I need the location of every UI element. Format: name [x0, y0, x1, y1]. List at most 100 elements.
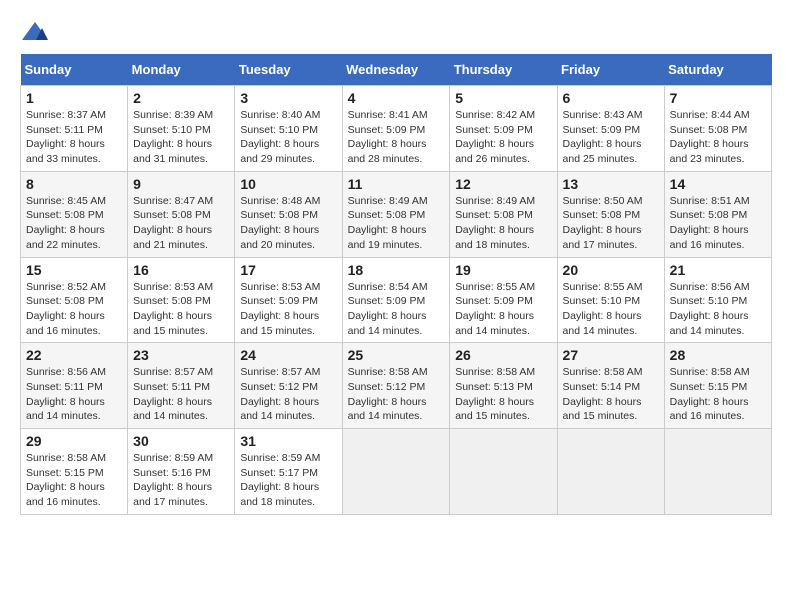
- day-number: 27: [563, 347, 659, 363]
- sunset-label: Sunset: 5:15 PM: [26, 467, 104, 479]
- day-number: 20: [563, 262, 659, 278]
- daylight-label: Daylight: 8 hours and 15 minutes.: [455, 396, 534, 423]
- sunset-label: Sunset: 5:11 PM: [26, 381, 103, 393]
- sunset-label: Sunset: 5:08 PM: [133, 295, 211, 307]
- daylight-label: Daylight: 8 hours and 17 minutes.: [563, 224, 642, 251]
- weekday-header-row: SundayMondayTuesdayWednesdayThursdayFrid…: [21, 54, 772, 86]
- day-info: Sunrise: 8:40 AM Sunset: 5:10 PM Dayligh…: [240, 108, 336, 167]
- daylight-label: Daylight: 8 hours and 33 minutes.: [26, 138, 105, 165]
- calendar-cell: [557, 429, 664, 515]
- daylight-label: Daylight: 8 hours and 26 minutes.: [455, 138, 534, 165]
- sunrise-label: Sunrise: 8:59 AM: [133, 452, 213, 464]
- calendar-cell: 22 Sunrise: 8:56 AM Sunset: 5:11 PM Dayl…: [21, 343, 128, 429]
- sunset-label: Sunset: 5:17 PM: [240, 467, 318, 479]
- day-info: Sunrise: 8:56 AM Sunset: 5:11 PM Dayligh…: [26, 365, 122, 424]
- weekday-header-friday: Friday: [557, 54, 664, 86]
- weekday-header-thursday: Thursday: [450, 54, 557, 86]
- daylight-label: Daylight: 8 hours and 14 minutes.: [670, 310, 749, 337]
- day-info: Sunrise: 8:54 AM Sunset: 5:09 PM Dayligh…: [348, 280, 445, 339]
- calendar-cell: 31 Sunrise: 8:59 AM Sunset: 5:17 PM Dayl…: [235, 429, 342, 515]
- sunrise-label: Sunrise: 8:43 AM: [563, 109, 643, 121]
- sunset-label: Sunset: 5:15 PM: [670, 381, 748, 393]
- day-number: 5: [455, 90, 551, 106]
- weekday-header-tuesday: Tuesday: [235, 54, 342, 86]
- sunrise-label: Sunrise: 8:57 AM: [133, 366, 213, 378]
- day-number: 26: [455, 347, 551, 363]
- day-number: 8: [26, 176, 122, 192]
- sunrise-label: Sunrise: 8:49 AM: [455, 195, 535, 207]
- day-info: Sunrise: 8:58 AM Sunset: 5:14 PM Dayligh…: [563, 365, 659, 424]
- sunrise-label: Sunrise: 8:37 AM: [26, 109, 106, 121]
- calendar-cell: 29 Sunrise: 8:58 AM Sunset: 5:15 PM Dayl…: [21, 429, 128, 515]
- day-number: 31: [240, 433, 336, 449]
- sunset-label: Sunset: 5:10 PM: [563, 295, 641, 307]
- day-info: Sunrise: 8:59 AM Sunset: 5:17 PM Dayligh…: [240, 451, 336, 510]
- day-number: 23: [133, 347, 229, 363]
- day-number: 17: [240, 262, 336, 278]
- calendar-week-4: 22 Sunrise: 8:56 AM Sunset: 5:11 PM Dayl…: [21, 343, 772, 429]
- sunrise-label: Sunrise: 8:47 AM: [133, 195, 213, 207]
- sunset-label: Sunset: 5:09 PM: [348, 295, 426, 307]
- logo-icon: [20, 20, 50, 44]
- daylight-label: Daylight: 8 hours and 15 minutes.: [563, 396, 642, 423]
- sunrise-label: Sunrise: 8:55 AM: [455, 281, 535, 293]
- calendar-cell: 8 Sunrise: 8:45 AM Sunset: 5:08 PM Dayli…: [21, 171, 128, 257]
- sunset-label: Sunset: 5:09 PM: [455, 124, 533, 136]
- sunrise-label: Sunrise: 8:49 AM: [348, 195, 428, 207]
- calendar-cell: 17 Sunrise: 8:53 AM Sunset: 5:09 PM Dayl…: [235, 257, 342, 343]
- sunrise-label: Sunrise: 8:53 AM: [240, 281, 320, 293]
- daylight-label: Daylight: 8 hours and 15 minutes.: [133, 310, 212, 337]
- day-number: 30: [133, 433, 229, 449]
- day-info: Sunrise: 8:44 AM Sunset: 5:08 PM Dayligh…: [670, 108, 766, 167]
- day-number: 15: [26, 262, 122, 278]
- sunset-label: Sunset: 5:10 PM: [240, 124, 318, 136]
- daylight-label: Daylight: 8 hours and 16 minutes.: [670, 224, 749, 251]
- sunrise-label: Sunrise: 8:57 AM: [240, 366, 320, 378]
- sunrise-label: Sunrise: 8:50 AM: [563, 195, 643, 207]
- calendar-cell: 26 Sunrise: 8:58 AM Sunset: 5:13 PM Dayl…: [450, 343, 557, 429]
- sunset-label: Sunset: 5:09 PM: [348, 124, 426, 136]
- sunrise-label: Sunrise: 8:42 AM: [455, 109, 535, 121]
- day-info: Sunrise: 8:51 AM Sunset: 5:08 PM Dayligh…: [670, 194, 766, 253]
- day-info: Sunrise: 8:56 AM Sunset: 5:10 PM Dayligh…: [670, 280, 766, 339]
- sunrise-label: Sunrise: 8:53 AM: [133, 281, 213, 293]
- sunset-label: Sunset: 5:12 PM: [240, 381, 318, 393]
- sunrise-label: Sunrise: 8:51 AM: [670, 195, 750, 207]
- sunrise-label: Sunrise: 8:48 AM: [240, 195, 320, 207]
- day-number: 4: [348, 90, 445, 106]
- calendar-week-2: 8 Sunrise: 8:45 AM Sunset: 5:08 PM Dayli…: [21, 171, 772, 257]
- day-info: Sunrise: 8:58 AM Sunset: 5:13 PM Dayligh…: [455, 365, 551, 424]
- sunset-label: Sunset: 5:08 PM: [455, 209, 533, 221]
- day-info: Sunrise: 8:48 AM Sunset: 5:08 PM Dayligh…: [240, 194, 336, 253]
- day-info: Sunrise: 8:45 AM Sunset: 5:08 PM Dayligh…: [26, 194, 122, 253]
- sunset-label: Sunset: 5:13 PM: [455, 381, 533, 393]
- day-info: Sunrise: 8:49 AM Sunset: 5:08 PM Dayligh…: [455, 194, 551, 253]
- sunset-label: Sunset: 5:08 PM: [563, 209, 641, 221]
- calendar-cell: [342, 429, 450, 515]
- daylight-label: Daylight: 8 hours and 23 minutes.: [670, 138, 749, 165]
- daylight-label: Daylight: 8 hours and 14 minutes.: [26, 396, 105, 423]
- sunrise-label: Sunrise: 8:56 AM: [670, 281, 750, 293]
- daylight-label: Daylight: 8 hours and 16 minutes.: [670, 396, 749, 423]
- sunrise-label: Sunrise: 8:41 AM: [348, 109, 428, 121]
- calendar-cell: [450, 429, 557, 515]
- day-number: 19: [455, 262, 551, 278]
- day-info: Sunrise: 8:37 AM Sunset: 5:11 PM Dayligh…: [26, 108, 122, 167]
- sunrise-label: Sunrise: 8:54 AM: [348, 281, 428, 293]
- day-info: Sunrise: 8:42 AM Sunset: 5:09 PM Dayligh…: [455, 108, 551, 167]
- sunset-label: Sunset: 5:12 PM: [348, 381, 426, 393]
- calendar-cell: 30 Sunrise: 8:59 AM Sunset: 5:16 PM Dayl…: [128, 429, 235, 515]
- day-number: 13: [563, 176, 659, 192]
- sunset-label: Sunset: 5:08 PM: [348, 209, 426, 221]
- day-number: 11: [348, 176, 445, 192]
- logo: [20, 20, 54, 44]
- calendar-cell: 4 Sunrise: 8:41 AM Sunset: 5:09 PM Dayli…: [342, 86, 450, 172]
- calendar-cell: 27 Sunrise: 8:58 AM Sunset: 5:14 PM Dayl…: [557, 343, 664, 429]
- sunrise-label: Sunrise: 8:39 AM: [133, 109, 213, 121]
- calendar-cell: 2 Sunrise: 8:39 AM Sunset: 5:10 PM Dayli…: [128, 86, 235, 172]
- day-number: 14: [670, 176, 766, 192]
- day-number: 22: [26, 347, 122, 363]
- sunrise-label: Sunrise: 8:45 AM: [26, 195, 106, 207]
- sunset-label: Sunset: 5:08 PM: [670, 209, 748, 221]
- daylight-label: Daylight: 8 hours and 14 minutes.: [133, 396, 212, 423]
